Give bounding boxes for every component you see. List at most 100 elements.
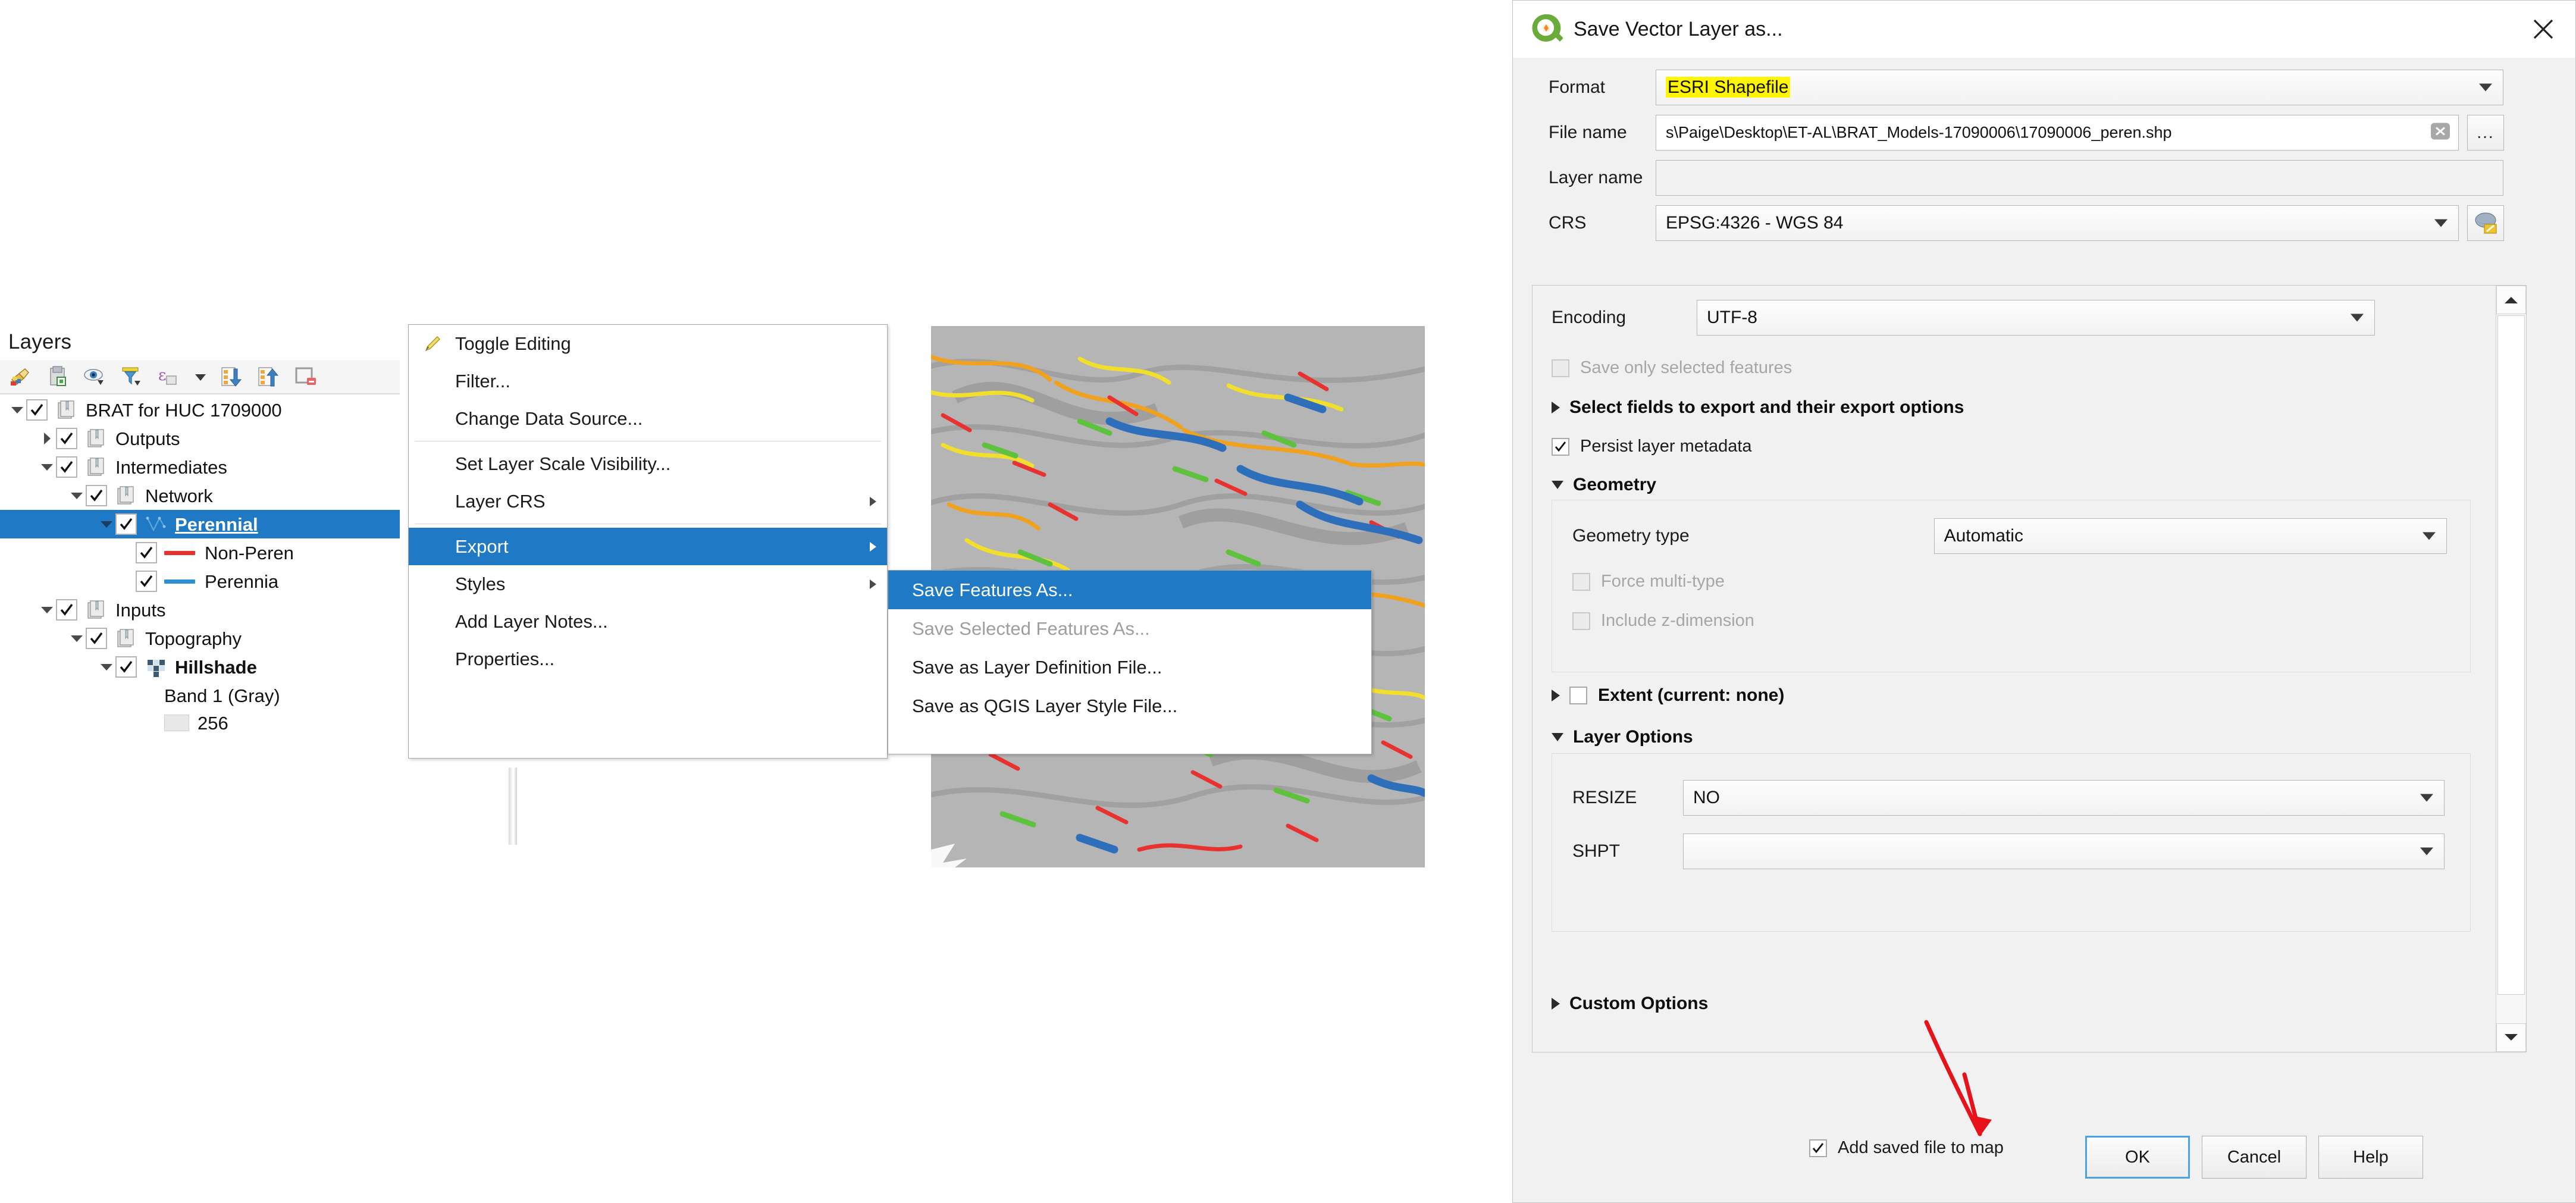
menu-item-layer-crs[interactable]: Layer CRS [409, 483, 887, 520]
submenu-item-save-as-qgis-layer-style-file[interactable]: Save as QGIS Layer Style File... [888, 687, 1371, 725]
submenu-item-label: Save as QGIS Layer Style File... [912, 695, 1178, 716]
twisty-down-icon[interactable] [98, 653, 115, 681]
expand-all-icon[interactable] [219, 364, 245, 389]
menu-connector-stem [509, 767, 517, 845]
scroll-up-arrow-icon[interactable] [2496, 286, 2526, 314]
options-scrollbar[interactable] [2496, 286, 2526, 1052]
scroll-down-arrow-icon[interactable] [2496, 1023, 2526, 1052]
submenu-item-save-as-layer-definition-file[interactable]: Save as Layer Definition File... [888, 648, 1371, 687]
twisty-down-icon[interactable] [38, 596, 56, 624]
scrollbar-thumb[interactable] [2497, 315, 2525, 995]
layer-tree-row-intermediates[interactable]: Intermediates [38, 453, 227, 481]
manage-visibility-icon[interactable] [82, 364, 108, 389]
persist-metadata-checkbox[interactable] [1552, 437, 1569, 456]
menu-item-label: Layer CRS [455, 490, 546, 512]
layer-tree-row-outputs[interactable]: Outputs [38, 424, 180, 453]
layer-checkbox[interactable] [56, 428, 77, 449]
dropdown-arrow-icon[interactable] [193, 364, 208, 389]
add-saved-file-checkbox[interactable] [1809, 1139, 1827, 1157]
persist-metadata-row[interactable]: Persist layer metadata [1552, 437, 1752, 456]
remove-layer-icon[interactable] [293, 364, 319, 389]
layer-tree-row-brat[interactable]: BRAT for HUC 1709000 [8, 396, 282, 424]
layer-checkbox[interactable] [115, 513, 137, 535]
geometry-type-value: Automatic [1944, 526, 2023, 546]
layer-tree-row-hillshade[interactable]: Hillshade [98, 653, 257, 681]
layer-tree-row-network[interactable]: Network [68, 481, 213, 510]
dialog-options-content: Encoding UTF-8 Save only selected featur… [1533, 286, 2496, 1052]
layer-options-label: Layer Options [1573, 727, 1693, 747]
menu-item-add-layer-notes[interactable]: Add Layer Notes... [409, 603, 887, 640]
chevron-right-icon [1552, 690, 1560, 701]
ok-button[interactable]: OK [2085, 1136, 2190, 1179]
collapse-all-icon[interactable] [256, 364, 282, 389]
twisty-right-icon[interactable] [38, 424, 56, 453]
menu-item-set-layer-scale-visibility[interactable]: Set Layer Scale Visibility... [409, 445, 887, 483]
close-icon[interactable] [2525, 11, 2561, 47]
resize-select[interactable]: NO [1683, 780, 2445, 816]
chevron-down-icon [1552, 733, 1563, 741]
menu-item-toggle-editing[interactable]: Toggle Editing [409, 325, 887, 362]
twisty-down-icon[interactable] [68, 624, 86, 653]
menu-item-styles[interactable]: Styles [409, 565, 887, 603]
group-icon [84, 598, 108, 622]
include-z-dimension-label: Include z-dimension [1601, 611, 1754, 630]
twisty-down-icon[interactable] [8, 396, 26, 424]
shpt-select[interactable] [1683, 834, 2445, 869]
save-only-selected-label: Save only selected features [1580, 358, 1792, 377]
extent-checkbox[interactable] [1569, 687, 1587, 704]
export-submenu[interactable]: Save Features As... Save Selected Featur… [888, 570, 1372, 754]
band-label: Band 1 (Gray) [164, 685, 280, 706]
add-group-icon[interactable] [45, 364, 71, 389]
encoding-select[interactable]: UTF-8 [1697, 300, 2375, 336]
format-select[interactable]: ESRI Shapefile [1656, 70, 2503, 105]
layername-input[interactable] [1656, 160, 2503, 196]
layer-checkbox[interactable] [86, 485, 107, 506]
format-value-text: ESRI Shapefile [1666, 77, 1791, 98]
cancel-button[interactable]: Cancel [2202, 1136, 2307, 1179]
crs-globe-icon[interactable] [2467, 205, 2504, 241]
symbol-checkbox[interactable] [136, 542, 157, 563]
symbol-checkbox[interactable] [136, 571, 157, 592]
save-only-selected-checkbox [1552, 359, 1569, 377]
help-button[interactable]: Help [2318, 1136, 2423, 1179]
menu-item-properties[interactable]: Properties... [409, 640, 887, 678]
layer-tree[interactable]: BRAT for HUC 1709000 Outputs Intermediat… [0, 396, 400, 732]
filename-input[interactable]: s\Paige\Desktop\ET-AL\BRAT_Models-170900… [1656, 115, 2459, 151]
expression-filter-icon[interactable]: ε [156, 364, 182, 389]
select-fields-section[interactable]: Select fields to export and their export… [1552, 397, 1964, 418]
geometry-type-select[interactable]: Automatic [1933, 518, 2447, 554]
geometry-section-header[interactable]: Geometry [1552, 475, 1656, 495]
extent-section-header[interactable]: Extent (current: none) [1552, 685, 1784, 706]
browse-file-button[interactable]: ... [2467, 115, 2504, 151]
menu-item-export[interactable]: Export [409, 528, 887, 565]
layer-options-section-header[interactable]: Layer Options [1552, 727, 1693, 747]
layer-checkbox[interactable] [86, 628, 107, 649]
custom-options-section-header[interactable]: Custom Options [1552, 994, 1708, 1014]
chevron-down-icon [2434, 219, 2447, 227]
crs-select[interactable]: EPSG:4326 - WGS 84 [1656, 205, 2459, 241]
submenu-item-save-features-as[interactable]: Save Features As... [888, 571, 1371, 609]
layer-checkbox[interactable] [56, 599, 77, 621]
clear-icon[interactable] [2430, 121, 2451, 145]
menu-item-change-data-source[interactable]: Change Data Source... [409, 400, 887, 437]
layer-tree-row-perennial-symbol[interactable]: Perennia [136, 567, 278, 596]
layer-checkbox[interactable] [26, 399, 48, 421]
layer-checkbox[interactable] [56, 456, 77, 478]
layer-tree-row-topography[interactable]: Topography [68, 624, 242, 653]
add-saved-file-row[interactable]: Add saved file to map [1809, 1138, 2004, 1158]
layer-tree-row-perennial[interactable]: Perennial [0, 510, 400, 538]
layer-tree-row-inputs[interactable]: Inputs [38, 596, 165, 624]
filter-legend-icon[interactable] [119, 364, 145, 389]
layers-panel: Layers ε BRAT for HUC 1709000 Outputs In… [0, 330, 400, 732]
twisty-down-icon[interactable] [38, 453, 56, 481]
menu-item-filter[interactable]: Filter... [409, 362, 887, 400]
layer-tree-row-non-perennial[interactable]: Non-Peren [136, 538, 294, 567]
resize-label: RESIZE [1572, 788, 1637, 807]
layer-context-menu[interactable]: Toggle Editing Filter... Change Data Sou… [408, 324, 888, 759]
twisty-down-icon[interactable] [98, 510, 115, 538]
style-manager-icon[interactable] [8, 364, 35, 389]
twisty-down-icon[interactable] [68, 481, 86, 510]
dialog-options-scroll-area[interactable]: Encoding UTF-8 Save only selected featur… [1532, 285, 2527, 1052]
layer-checkbox[interactable] [115, 656, 137, 678]
force-multi-type-label: Force multi-type [1601, 572, 1725, 591]
